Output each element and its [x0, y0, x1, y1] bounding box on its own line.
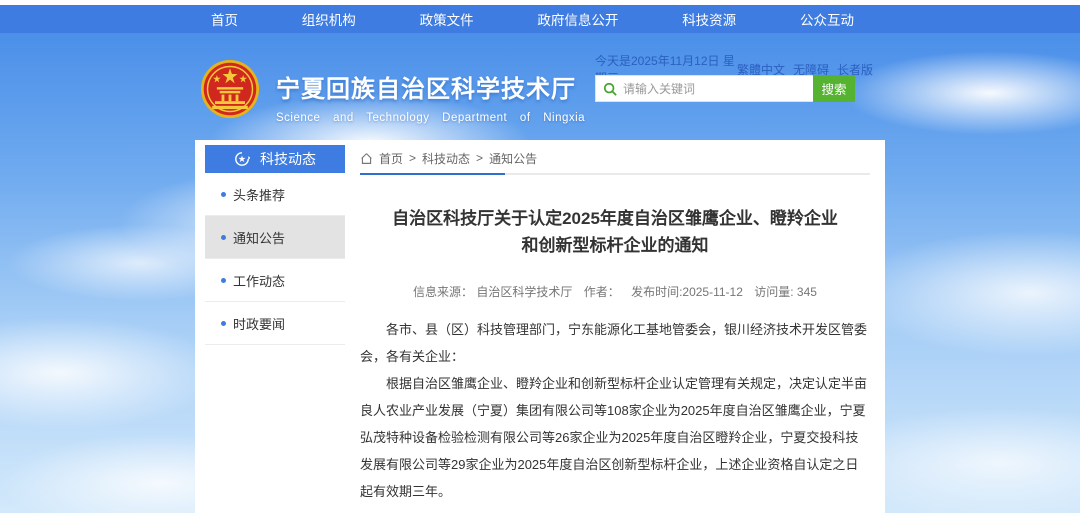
home-icon	[360, 152, 373, 165]
article-meta: 信息来源： 自治区科学技术厅 作者： 发布时间:2025-11-12 访问量: …	[360, 283, 870, 300]
site-subtitle: Science and Technology Department of Nin…	[276, 112, 606, 124]
meta-publish-time: 发布时间:2025-11-12	[631, 285, 743, 299]
breadcrumb-separator: >	[409, 151, 416, 165]
sidebar-item-label: 时政要闻	[233, 314, 285, 333]
article-title: 自治区科技厅关于认定2025年度自治区雏鹰企业、瞪羚企业 和创新型标杆企业的通知	[360, 205, 870, 259]
breadcrumb-divider-accent	[360, 173, 505, 175]
meta-visits: 访问量: 345	[754, 285, 817, 299]
sidebar-item-work-updates[interactable]: 工作动态	[205, 259, 345, 302]
article-title-line1: 自治区科技厅关于认定2025年度自治区雏鹰企业、瞪羚企业	[360, 205, 870, 232]
search-button[interactable]: 搜索	[813, 75, 855, 102]
meta-source: 信息来源： 自治区科学技术厅	[413, 285, 572, 299]
breadcrumb-home[interactable]: 首页	[379, 150, 403, 167]
main-content: 首页 > 科技动态 > 通知公告 自治区科技厅关于认定2025年度自治区雏鹰企业…	[360, 146, 870, 513]
article-paragraph: 根据自治区雏鹰企业、瞪羚企业和创新型标杆企业认定管理有关规定，决定认定半亩良人农…	[360, 370, 870, 505]
breadcrumb-notices[interactable]: 通知公告	[489, 150, 537, 167]
sidebar: 科技动态 头条推荐 通知公告 工作动态 时政要闻	[205, 145, 345, 345]
top-nav-bar: 首页 组织机构 政策文件 政府信息公开 科技资源 公众互动	[0, 5, 1080, 33]
sidebar-item-label: 工作动态	[233, 271, 285, 290]
nav-item-gov-info[interactable]: 政府信息公开	[531, 9, 624, 29]
search-bar: 搜索	[595, 75, 855, 102]
breadcrumb-tech-news[interactable]: 科技动态	[422, 150, 470, 167]
search-input-wrap	[595, 75, 813, 102]
article-body: 各市、县（区）科技管理部门，宁东能源化工基地管委会，银川经济技术开发区管委会，各…	[360, 316, 870, 505]
sidebar-item-headlines[interactable]: 头条推荐	[205, 173, 345, 216]
sidebar-header: 科技动态	[205, 145, 345, 173]
sidebar-item-notices[interactable]: 通知公告	[205, 216, 345, 259]
breadcrumb-divider	[360, 173, 870, 175]
article-paragraph: 各市、县（区）科技管理部门，宁东能源化工基地管委会，银川经济技术开发区管委会，各…	[360, 316, 870, 370]
nav-item-sci-resources[interactable]: 科技资源	[676, 9, 742, 29]
bullet-dot	[221, 192, 226, 197]
sidebar-item-political-news[interactable]: 时政要闻	[205, 302, 345, 345]
article-title-line2: 和创新型标杆企业的通知	[360, 232, 870, 259]
sidebar-title: 科技动态	[260, 149, 316, 169]
meta-author: 作者：	[584, 285, 620, 299]
nav-item-home[interactable]: 首页	[205, 9, 244, 29]
star-circle-icon	[234, 151, 250, 167]
nav-item-organization[interactable]: 组织机构	[296, 9, 362, 29]
nav-item-policy[interactable]: 政策文件	[414, 9, 480, 29]
search-icon	[603, 82, 617, 96]
bullet-dot	[221, 235, 226, 240]
top-nav: 首页 组织机构 政策文件 政府信息公开 科技资源 公众互动	[205, 5, 860, 33]
sidebar-item-label: 头条推荐	[233, 185, 285, 204]
bullet-dot	[221, 321, 226, 326]
bullet-dot	[221, 278, 226, 283]
nav-item-public-interaction[interactable]: 公众互动	[794, 9, 860, 29]
site-title-block: 宁夏回族自治区科学技术厅 Science and Technology Depa…	[276, 69, 606, 124]
content-panel: 科技动态 头条推荐 通知公告 工作动态 时政要闻 首页 > 科技动态 >	[195, 140, 885, 513]
breadcrumb: 首页 > 科技动态 > 通知公告	[360, 146, 870, 170]
search-input[interactable]	[623, 82, 806, 96]
site-title: 宁夏回族自治区科学技术厅	[276, 69, 606, 104]
national-emblem-logo	[200, 59, 260, 119]
breadcrumb-separator: >	[476, 151, 483, 165]
sidebar-item-label: 通知公告	[233, 228, 285, 247]
